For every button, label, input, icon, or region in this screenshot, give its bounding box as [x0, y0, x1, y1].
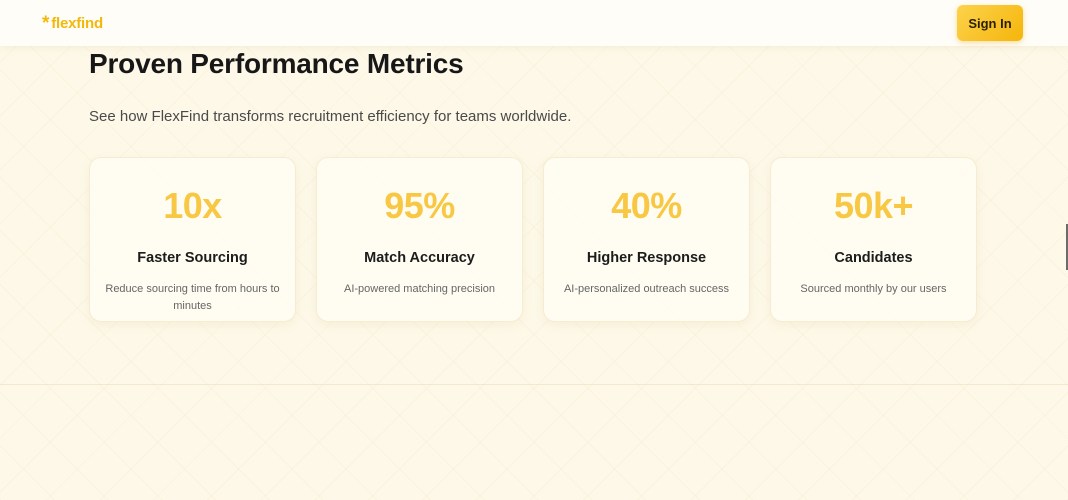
metrics-grid: 10x Faster Sourcing Reduce sourcing time… [89, 157, 977, 322]
metric-value: 50k+ [833, 185, 914, 226]
metric-card: 50k+ Candidates Sourced monthly by our u… [770, 157, 977, 322]
metric-value: 10x [163, 185, 222, 226]
metric-card: 95% Match Accuracy AI-powered matching p… [316, 157, 523, 322]
top-navbar: * flexfind Sign In [0, 0, 1068, 46]
page-title: Proven Performance Metrics [89, 48, 464, 79]
metric-description: Reduce sourcing time from hours to minut… [105, 283, 280, 312]
metric-title: Candidates [834, 250, 913, 266]
metric-title: Match Accuracy [364, 250, 475, 266]
metric-description: AI-powered matching precision [343, 283, 496, 295]
metric-value: 95% [384, 185, 455, 226]
metric-card: 40% Higher Response AI-personalized outr… [543, 157, 750, 322]
metric-title: Faster Sourcing [137, 250, 248, 266]
metric-value: 40% [611, 185, 682, 226]
brand-logo[interactable]: * flexfind [42, 14, 103, 33]
metric-description: Sourced monthly by our users [800, 283, 947, 295]
sign-in-button[interactable]: Sign In [957, 5, 1023, 41]
metric-description: AI-personalized outreach success [563, 283, 730, 295]
section-divider [0, 384, 1068, 385]
page-subtitle: See how FlexFind transforms recruitment … [89, 108, 572, 125]
page: * flexfind Sign In Proven Performance Me… [0, 0, 1068, 500]
metric-card: 10x Faster Sourcing Reduce sourcing time… [89, 157, 296, 322]
metric-title: Higher Response [586, 250, 707, 266]
asterisk-icon: * [42, 12, 50, 34]
brand-name: flexfind [51, 14, 103, 32]
